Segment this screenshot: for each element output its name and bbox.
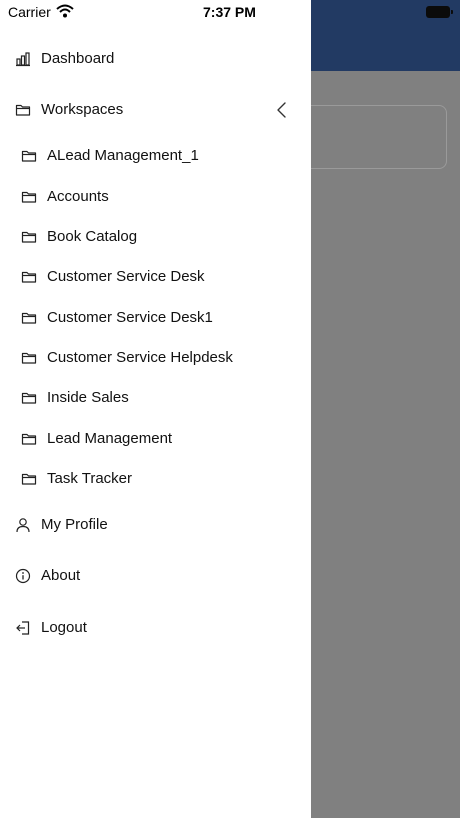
folder-icon [15, 104, 31, 116]
folder-icon [21, 433, 37, 445]
info-icon [15, 568, 31, 584]
nav-dashboard-label: Dashboard [41, 50, 115, 67]
nav-logout-label: Logout [41, 619, 87, 636]
nav-about-label: About [41, 567, 81, 584]
workspace-item[interactable]: Accounts [0, 177, 311, 217]
workspace-item-label: Task Tracker [47, 470, 133, 487]
nav-dashboard[interactable]: Dashboard [0, 39, 311, 79]
workspace-item-label: Lead Management [47, 430, 173, 447]
nav-workspaces-label: Workspaces [41, 101, 124, 118]
workspace-item[interactable]: Book Catalog [0, 217, 311, 257]
workspace-item[interactable]: Task Tracker [0, 459, 311, 499]
navigation-drawer: Carrier 7:37 PM Dashboard Workspaces ALe… [0, 0, 311, 818]
workspace-item[interactable]: Inside Sales [0, 378, 311, 418]
workspace-item-label: Customer Service Desk [47, 268, 205, 285]
nav-workspaces[interactable]: Workspaces [0, 90, 311, 130]
workspace-item-label: Customer Service Helpdesk [47, 349, 233, 366]
carrier-label: Carrier [8, 4, 51, 20]
workspace-item-label: Customer Service Desk1 [47, 309, 213, 326]
workspace-item-label: Accounts [47, 188, 109, 205]
workspace-item[interactable]: ALead Management_1 [0, 136, 311, 176]
folder-icon [21, 392, 37, 404]
workspace-item[interactable]: Customer Service Desk1 [0, 298, 311, 338]
workspace-item-label: Book Catalog [47, 228, 138, 245]
folder-icon [21, 312, 37, 324]
folder-icon [21, 150, 37, 162]
folder-icon [21, 473, 37, 485]
workspace-item[interactable]: Customer Service Desk [0, 257, 311, 297]
nav-logout[interactable]: Logout [0, 608, 311, 648]
folder-icon [21, 271, 37, 283]
workspace-item[interactable]: Lead Management [0, 419, 311, 459]
user-icon [16, 518, 30, 533]
status-time: 7:37 PM [203, 4, 256, 20]
bar-chart-icon [16, 52, 30, 67]
folder-icon [21, 191, 37, 203]
workspace-item-label: ALead Management_1 [47, 147, 199, 164]
workspace-item[interactable]: Customer Service Helpdesk [0, 338, 311, 378]
battery-icon [426, 6, 453, 18]
folder-icon [21, 231, 37, 243]
logout-icon [16, 621, 30, 635]
chevron-left-icon[interactable] [275, 102, 289, 118]
nav-about[interactable]: About [0, 556, 311, 596]
wifi-icon [56, 4, 74, 18]
nav-my-profile[interactable]: My Profile [0, 505, 311, 545]
workspace-item-label: Inside Sales [47, 389, 129, 406]
nav-my-profile-label: My Profile [41, 516, 108, 533]
folder-icon [21, 352, 37, 364]
